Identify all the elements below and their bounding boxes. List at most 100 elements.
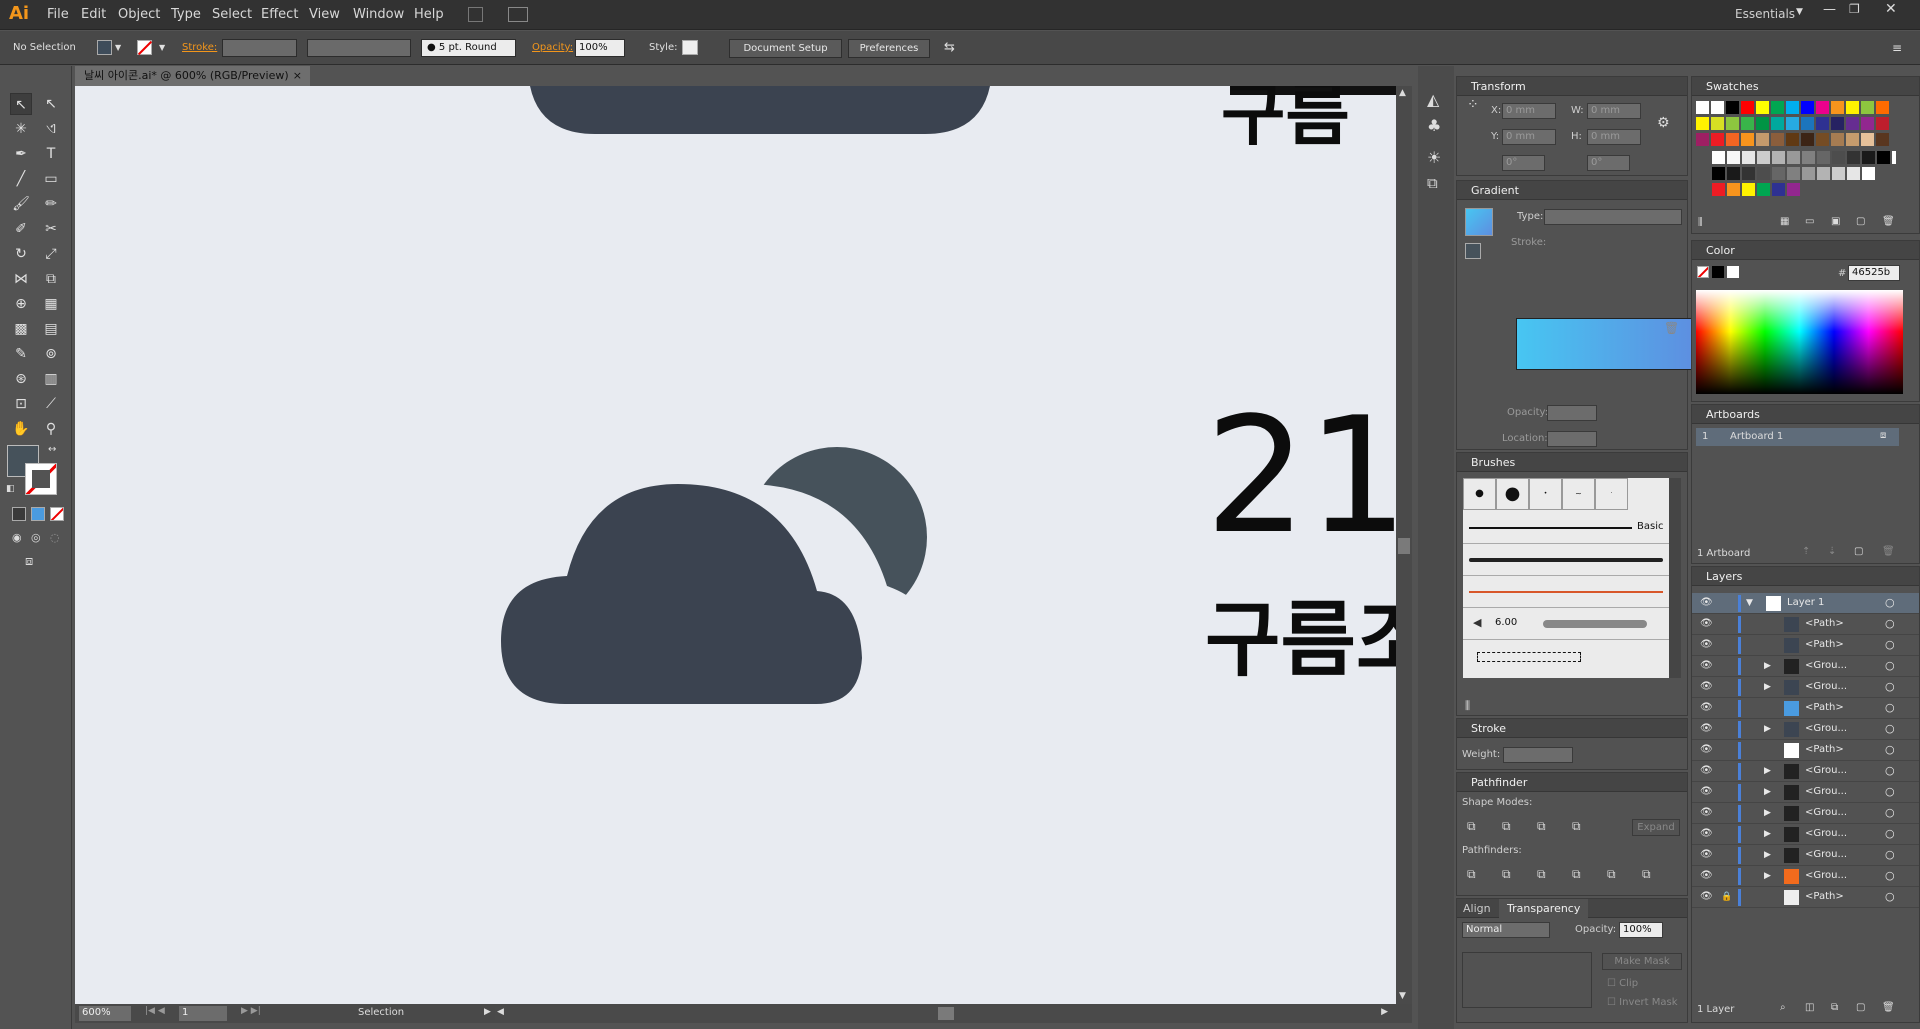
zoom-field[interactable]: 600%	[79, 1006, 131, 1021]
target-icon[interactable]: ○	[1885, 614, 1895, 634]
swap-colors-icon[interactable]: ↔	[48, 444, 56, 455]
scissors-tool-icon[interactable]: ✂	[40, 218, 62, 240]
color-swatch[interactable]	[1816, 117, 1829, 130]
scroll-up-icon[interactable]: ▲	[1399, 88, 1406, 98]
color-swatch[interactable]	[1711, 117, 1724, 130]
gradient-location-field[interactable]	[1547, 431, 1597, 447]
trash-icon[interactable]: 🗑	[1882, 546, 1895, 557]
color-swatch[interactable]	[1787, 151, 1800, 164]
color-swatch[interactable]	[1846, 133, 1859, 146]
target-icon[interactable]: ○	[1885, 782, 1895, 802]
color-swatch[interactable]	[1817, 167, 1830, 180]
chevron-down-icon[interactable]: ▼	[1796, 7, 1803, 17]
expand-arrow-icon[interactable]: ▶	[1764, 866, 1771, 886]
move-up-icon[interactable]: ⇡	[1802, 546, 1810, 557]
target-icon[interactable]: ○	[1885, 698, 1895, 718]
draw-inside-icon[interactable]: ◌	[50, 531, 60, 544]
symbol-sprayer-tool-icon[interactable]: ⊛	[10, 368, 32, 390]
eye-icon[interactable]: 👁	[1700, 698, 1713, 718]
layer-row[interactable]: 👁 <Path> ○	[1692, 740, 1919, 761]
target-icon[interactable]: ○	[1885, 656, 1895, 676]
color-swatch[interactable]	[1726, 101, 1739, 114]
minus-front-icon[interactable]: ⧉	[1502, 819, 1511, 834]
screen-mode-icon[interactable]: ⧈	[25, 554, 33, 569]
target-icon[interactable]: ○	[1885, 845, 1895, 865]
color-swatch[interactable]	[1861, 133, 1874, 146]
color-swatch[interactable]	[1771, 101, 1784, 114]
new-color-group-icon[interactable]: ▣	[1831, 216, 1840, 227]
magic-wand-tool-icon[interactable]: ✳	[10, 118, 32, 140]
expand-arrow-icon[interactable]: ▶	[1764, 656, 1771, 676]
gradient-tool-icon[interactable]: ▤	[40, 318, 62, 340]
stroke-weight-field[interactable]	[1503, 747, 1573, 763]
color-swatch[interactable]	[1742, 151, 1755, 164]
merge-icon[interactable]: ⧉	[1537, 867, 1546, 882]
mesh-tool-icon[interactable]: ▩	[10, 318, 32, 340]
opacity-field[interactable]: 100%	[575, 39, 625, 57]
brush-scrollbar[interactable]	[1669, 478, 1681, 678]
layer-row[interactable]: 👁 <Path> ○	[1692, 614, 1919, 635]
expand-arrow-icon[interactable]: ▶	[1764, 761, 1771, 781]
variable-width-field[interactable]	[307, 39, 411, 57]
color-swatch[interactable]	[1847, 167, 1860, 180]
color-swatch[interactable]	[1742, 167, 1755, 180]
y-field[interactable]: 0 mm	[1502, 129, 1556, 145]
blend-tool-icon[interactable]: ⊚	[40, 343, 62, 365]
color-swatch[interactable]	[1726, 117, 1739, 130]
swatch-kind-icon[interactable]: ▦	[1780, 216, 1789, 227]
brush-bristle-row[interactable]: ◀ 6.00	[1463, 608, 1669, 640]
opacity-label[interactable]: Opacity:	[532, 39, 573, 57]
color-swatch[interactable]	[1831, 117, 1844, 130]
color-swatch[interactable]	[1741, 117, 1754, 130]
new-layer-icon[interactable]: ▢	[1856, 1002, 1865, 1013]
eye-icon[interactable]: 👁	[1700, 719, 1713, 739]
color-swatch[interactable]	[1741, 101, 1754, 114]
color-swatch[interactable]	[1861, 117, 1874, 130]
color-swatch[interactable]	[1756, 117, 1769, 130]
rectangle-tool-icon[interactable]: ▭	[40, 168, 62, 190]
stroke-label[interactable]: Stroke:	[182, 39, 217, 57]
brush-basic-row[interactable]: Basic	[1463, 512, 1669, 544]
crop-icon[interactable]: ⧉	[1572, 867, 1581, 882]
hand-tool-icon[interactable]: ✋	[10, 418, 32, 440]
none-color-icon[interactable]	[1697, 266, 1709, 278]
layer-row[interactable]: 👁 ▶ <Grou... ○	[1692, 761, 1919, 782]
menu-object[interactable]: Object	[118, 7, 160, 22]
graphic-styles-icon[interactable]: ⧉	[1427, 174, 1438, 192]
color-swatch[interactable]	[1876, 101, 1889, 114]
color-swatch[interactable]	[1801, 133, 1814, 146]
chevron-down-icon[interactable]: ▼	[115, 39, 121, 57]
locate-object-icon[interactable]: ⌕	[1780, 1002, 1786, 1013]
vertical-scrollbar[interactable]: ▲ ▼	[1396, 86, 1412, 1004]
brush-arrow-row[interactable]	[1463, 576, 1669, 608]
color-swatch[interactable]	[1876, 117, 1889, 130]
draw-normal-icon[interactable]: ◉	[12, 531, 22, 544]
arrange-documents-icon[interactable]	[508, 7, 528, 22]
default-colors-icon[interactable]: ◧	[6, 484, 15, 494]
invert-mask-checkbox[interactable]: ☐ Invert Mask	[1607, 997, 1677, 1008]
artboard-tool-icon[interactable]: ⊡	[10, 393, 32, 415]
tab-transparency[interactable]: Transparency	[1499, 899, 1589, 918]
constrain-proportions-icon[interactable]: ⚙	[1657, 115, 1670, 131]
direct-selection-tool-icon[interactable]: ↖	[40, 93, 62, 115]
layer-row[interactable]: 👁 🔒 <Path> ○	[1692, 887, 1919, 908]
target-icon[interactable]: ○	[1885, 824, 1895, 844]
eye-icon[interactable]: 👁	[1700, 740, 1713, 760]
brush-dot-icon[interactable]: ●	[1463, 478, 1496, 510]
trash-icon[interactable]: 🗑	[1882, 1002, 1895, 1013]
target-icon[interactable]: ○	[1885, 635, 1895, 655]
expand-arrow-icon[interactable]: ▼	[1746, 593, 1753, 613]
layer-row[interactable]: 👁 ▼ Layer 1 ○	[1692, 593, 1919, 614]
trim-icon[interactable]: ⧉	[1502, 867, 1511, 882]
blend-mode-select[interactable]: Normal	[1462, 922, 1550, 938]
lasso-tool-icon[interactable]: ଏ	[40, 118, 62, 140]
appearance-icon[interactable]: ☀	[1427, 148, 1441, 167]
color-swatch[interactable]	[1861, 101, 1874, 114]
color-swatch[interactable]	[1846, 101, 1859, 114]
color-mode-icon[interactable]	[12, 507, 26, 521]
gradient-fill-swatch[interactable]	[1465, 208, 1493, 236]
reference-point-icon[interactable]: ⁘	[1467, 97, 1479, 113]
color-swatch[interactable]	[1757, 151, 1770, 164]
hex-field[interactable]: 46525b	[1848, 265, 1900, 281]
black-color-icon[interactable]	[1712, 266, 1724, 278]
